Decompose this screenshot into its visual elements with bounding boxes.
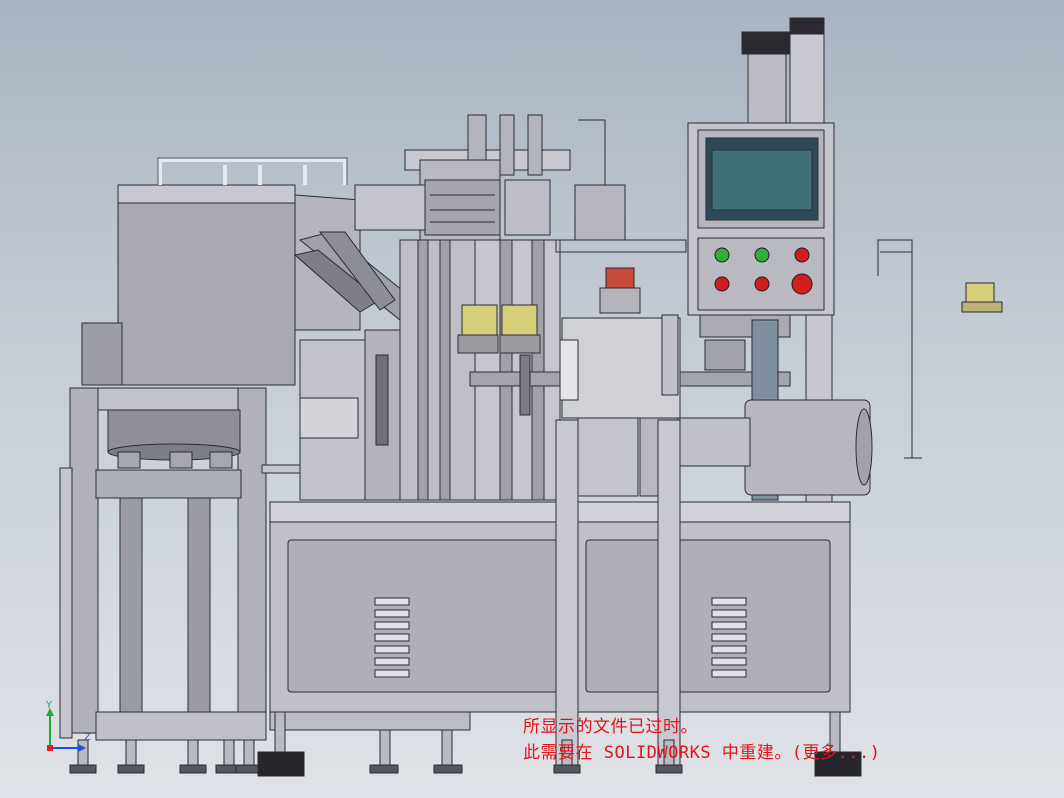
pneumatic-cylinders	[741, 17, 825, 129]
vibratory-bowl	[107, 409, 241, 469]
floating-part	[961, 282, 1003, 313]
right-bracket	[877, 239, 922, 459]
rebuild-warning-link[interactable]: 此需要在 SOLIDWORKS 中重建。(更多...)	[523, 738, 881, 763]
hopper-piping	[158, 158, 347, 185]
machine-3d-model	[59, 17, 1003, 777]
left-leveling-feet	[69, 739, 263, 774]
right-frame	[679, 314, 873, 516]
rebuild-warning-line1: 所显示的文件已过时。	[523, 717, 698, 737]
top-gantry	[354, 114, 626, 241]
cad-graphics-viewport[interactable]: Y Z 所显示的文件已过时。 此需要在 SOLIDWORKS 中重建。(更多..…	[0, 0, 1064, 798]
triad-z-label: Z	[84, 732, 91, 743]
vent-slots-left	[374, 597, 410, 678]
triad-y-label: Y	[46, 700, 53, 711]
hopper-piping-outline	[157, 157, 348, 185]
orientation-triad: Y Z	[38, 700, 98, 756]
vent-slots-right	[711, 597, 747, 678]
